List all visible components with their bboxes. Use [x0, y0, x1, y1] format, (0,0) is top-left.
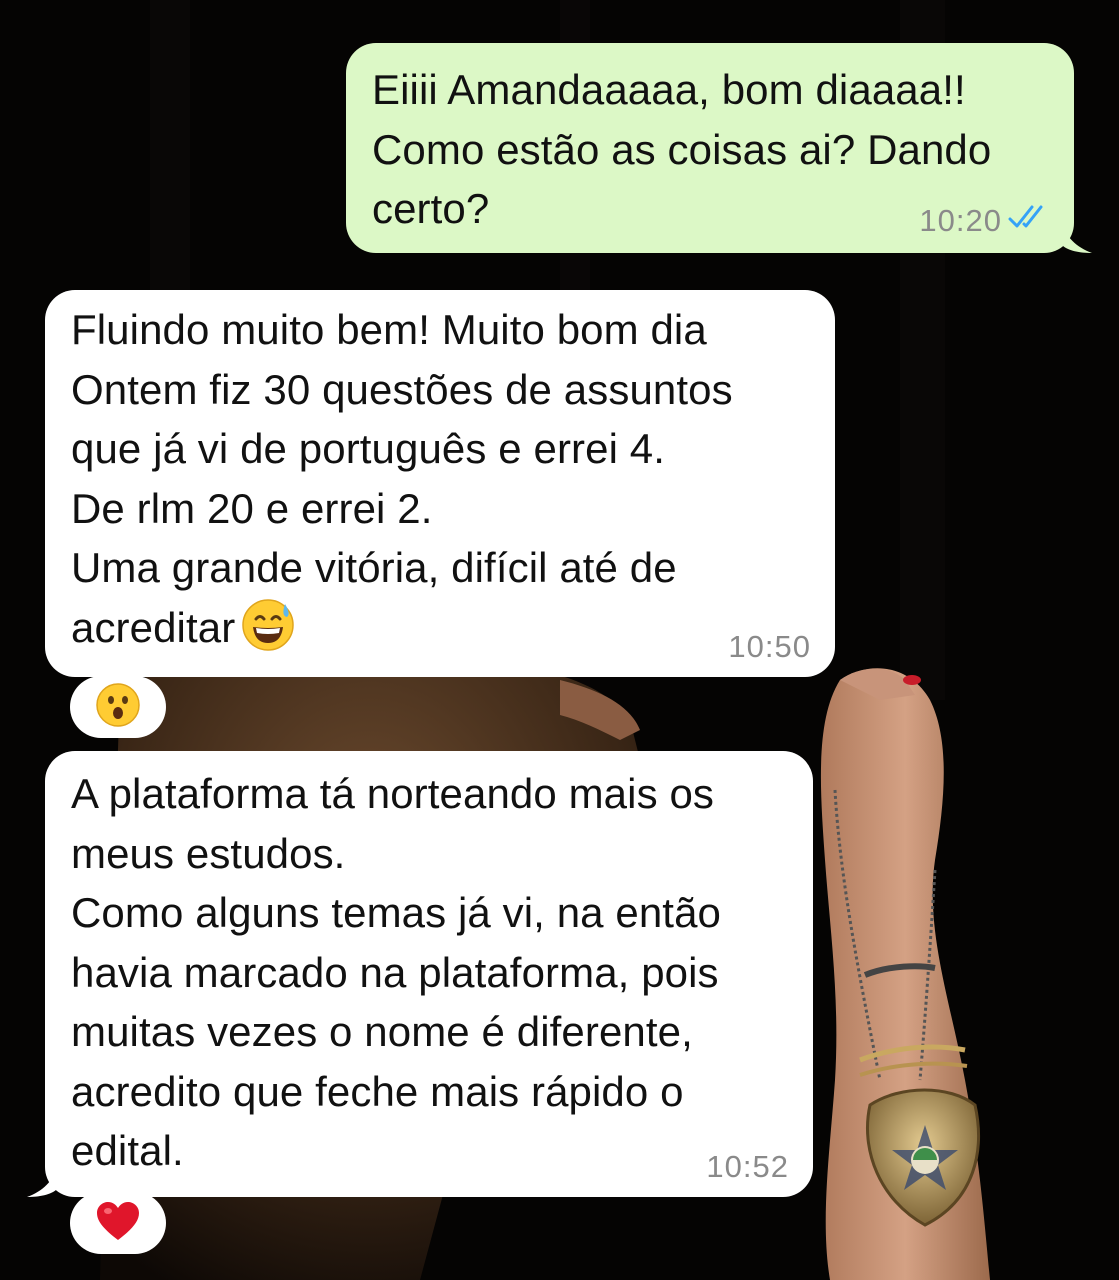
message-bubble-outgoing[interactable]: Eiiii Amandaaaaa, bom diaaaa!! Como estã…: [346, 43, 1092, 253]
message-text-content: Fluindo muito bem! Muito bom dia Ontem f…: [71, 306, 733, 651]
message-bubble-incoming[interactable]: Fluindo muito bem! Muito bom dia Ontem f…: [45, 290, 835, 677]
double-check-read-icon: [1008, 203, 1052, 239]
grinning-sweat-emoji-icon: [241, 598, 295, 668]
message-meta: 10:52: [706, 1149, 789, 1185]
message-bubble-incoming[interactable]: A plataforma tá norteando mais os meus e…: [27, 751, 813, 1197]
message-meta: 10:50: [728, 629, 811, 665]
message-text: Fluindo muito bem! Muito bom dia Ontem f…: [71, 300, 811, 667]
message-meta: 10:20: [919, 203, 1052, 239]
bubble-tail: [27, 1167, 57, 1197]
message-time: 10:20: [919, 203, 1002, 238]
reaction-badge[interactable]: [70, 1192, 166, 1254]
reaction-badge[interactable]: [70, 676, 166, 738]
message-text: A plataforma tá norteando mais os meus e…: [71, 770, 721, 1174]
red-heart-emoji-icon: [95, 1200, 141, 1247]
astonished-face-emoji-icon: [95, 682, 141, 733]
bubble-tail: [1062, 223, 1092, 253]
message-time: 10:50: [728, 629, 811, 664]
message-time: 10:52: [706, 1149, 789, 1184]
